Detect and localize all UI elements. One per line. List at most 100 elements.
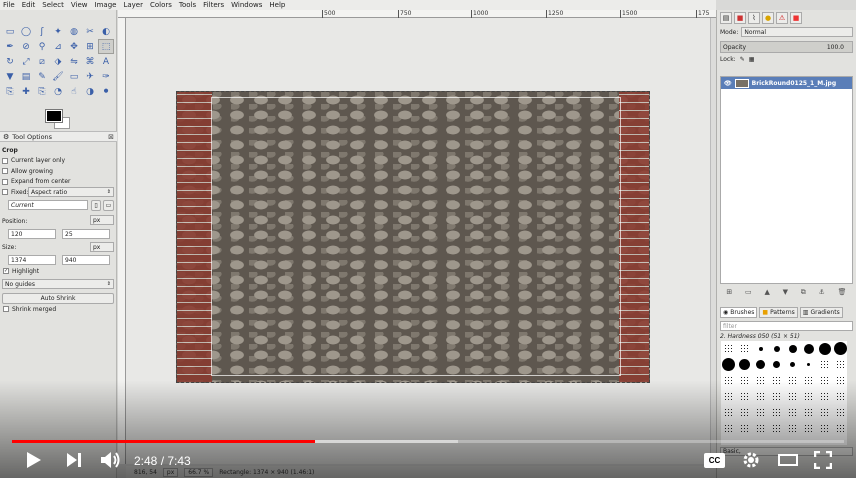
lock-alpha-icon[interactable]: ▦: [749, 56, 755, 63]
fuzzy-select-tool-icon[interactable]: ✦: [50, 24, 66, 39]
menu-image[interactable]: Image: [95, 1, 117, 9]
size-unit-select[interactable]: px: [90, 242, 114, 252]
brush-preset[interactable]: [721, 421, 736, 436]
guides-select[interactable]: No guides ⇕: [2, 279, 114, 289]
crop-tool-icon[interactable]: ⬚: [98, 39, 114, 54]
paths-tool-icon[interactable]: ✒: [2, 39, 18, 54]
zoom-tool-icon[interactable]: ⚲: [34, 39, 50, 54]
menu-tools[interactable]: Tools: [179, 1, 196, 9]
menu-edit[interactable]: Edit: [22, 1, 36, 9]
airbrush-tool-icon[interactable]: ✈: [82, 69, 98, 84]
ink-tool-icon[interactable]: ✑: [98, 69, 114, 84]
brush-preset[interactable]: [833, 389, 848, 404]
brush-preset[interactable]: [769, 405, 784, 420]
shear-tool-icon[interactable]: ⧄: [34, 54, 50, 69]
brush-preset[interactable]: [817, 389, 832, 404]
new-group-icon[interactable]: ▭: [745, 288, 752, 300]
opacity-slider[interactable]: Opacity 100.0: [720, 41, 853, 53]
brush-preset[interactable]: [721, 357, 736, 372]
channels-tab-icon[interactable]: ■: [734, 12, 746, 24]
anchor-layer-icon[interactable]: ⚓: [819, 288, 825, 300]
brush-preset[interactable]: [817, 373, 832, 388]
brush-preset[interactable]: [737, 389, 752, 404]
brush-preset[interactable]: [769, 357, 784, 372]
current-layer-only-option[interactable]: Current layer only: [2, 156, 115, 167]
brush-preset[interactable]: [817, 341, 832, 356]
brush-preset[interactable]: [753, 341, 768, 356]
brush-preset[interactable]: [753, 389, 768, 404]
blur-tool-icon[interactable]: ◔: [50, 84, 66, 99]
unit-select[interactable]: px: [162, 467, 179, 477]
brush-preset[interactable]: [769, 389, 784, 404]
checkbox[interactable]: [2, 189, 8, 196]
visibility-eye-icon[interactable]: 👁: [724, 80, 732, 87]
menu-layer[interactable]: Layer: [123, 1, 143, 9]
delete-layer-icon[interactable]: 🗑: [838, 288, 847, 300]
brush-preset[interactable]: [769, 373, 784, 388]
warning-icon[interactable]: ⚠: [776, 12, 788, 24]
brush-preset[interactable]: [801, 357, 816, 372]
position-x-field[interactable]: 120: [8, 229, 56, 239]
settings-gear-icon[interactable]: [742, 451, 760, 471]
position-unit-select[interactable]: px: [90, 215, 114, 225]
portrait-button[interactable]: ▯: [91, 200, 101, 211]
heal-tool-icon[interactable]: ✚: [18, 84, 34, 99]
menu-help[interactable]: Help: [269, 1, 285, 9]
scissors-select-tool-icon[interactable]: ✂: [82, 24, 98, 39]
size-width-field[interactable]: 1374: [8, 255, 56, 265]
brush-preset[interactable]: [817, 405, 832, 420]
brush-preset[interactable]: [785, 357, 800, 372]
theater-mode-icon[interactable]: [778, 453, 798, 469]
menu-colors[interactable]: Colors: [150, 1, 172, 9]
vertical-ruler[interactable]: [118, 18, 126, 464]
position-y-field[interactable]: 25: [62, 229, 110, 239]
horizontal-ruler[interactable]: 500 750 1000 1250 1500 175: [118, 10, 716, 18]
smudge-tool-icon[interactable]: ☝: [66, 84, 82, 99]
brush-preset[interactable]: [785, 421, 800, 436]
mypaint-tool-icon[interactable]: ⚫: [98, 84, 114, 99]
menu-filters[interactable]: Filters: [203, 1, 224, 9]
cage-tool-icon[interactable]: ⌘: [82, 54, 98, 69]
paintbrush-tool-icon[interactable]: 🖌: [50, 69, 66, 84]
brush-preset[interactable]: [785, 373, 800, 388]
brush-preset[interactable]: [801, 373, 816, 388]
brush-preset[interactable]: [801, 421, 816, 436]
brush-preset[interactable]: [817, 421, 832, 436]
new-layer-icon[interactable]: ⊞: [726, 288, 732, 300]
fullscreen-icon[interactable]: [813, 450, 833, 471]
move-tool-icon[interactable]: ✥: [66, 39, 82, 54]
tool-options-tab[interactable]: ⚙ Tool Options ⊠: [0, 131, 117, 142]
align-tool-icon[interactable]: ⊞: [82, 39, 98, 54]
pencil-tool-icon[interactable]: ✎: [34, 69, 50, 84]
tab-gradients[interactable]: ▥ Gradients: [799, 307, 843, 318]
brush-preset[interactable]: [785, 405, 800, 420]
expand-from-center-option[interactable]: Expand from center: [2, 177, 115, 188]
checkbox-checked[interactable]: ✓: [3, 268, 9, 275]
brush-preset[interactable]: [721, 405, 736, 420]
checkbox[interactable]: [3, 306, 9, 313]
close-tab-icon[interactable]: ⊠: [108, 133, 114, 141]
volume-icon[interactable]: [100, 450, 122, 472]
color-picker-tool-icon[interactable]: ⊘: [18, 39, 34, 54]
eraser-tool-icon[interactable]: ▭: [66, 69, 82, 84]
crop-rectangle[interactable]: [211, 97, 621, 376]
brush-preset[interactable]: [833, 341, 848, 356]
size-height-field[interactable]: 940: [62, 255, 110, 265]
menu-windows[interactable]: Windows: [231, 1, 262, 9]
brush-preset[interactable]: [785, 341, 800, 356]
paths-tab-icon[interactable]: ⌇: [748, 12, 760, 24]
brush-grid[interactable]: [721, 341, 847, 445]
tab-brushes[interactable]: ◉ Brushes: [720, 307, 758, 318]
bucket-fill-tool-icon[interactable]: ▼: [2, 69, 18, 84]
brush-preset[interactable]: [721, 389, 736, 404]
rect-select-tool-icon[interactable]: ▭: [2, 24, 18, 39]
layers-list[interactable]: 👁 BrickRound0125_1_M.jpg: [720, 76, 853, 284]
allow-growing-option[interactable]: Allow growing: [2, 166, 115, 177]
aspect-current-field[interactable]: Current: [8, 200, 88, 210]
lower-layer-icon[interactable]: ▼: [783, 288, 788, 300]
clone-tool-icon[interactable]: ⎘: [2, 84, 18, 99]
color-tab-icon[interactable]: ■: [790, 12, 802, 24]
brush-preset[interactable]: [721, 341, 736, 356]
color-swatches[interactable]: [44, 108, 72, 130]
measure-tool-icon[interactable]: ⊿: [50, 39, 66, 54]
